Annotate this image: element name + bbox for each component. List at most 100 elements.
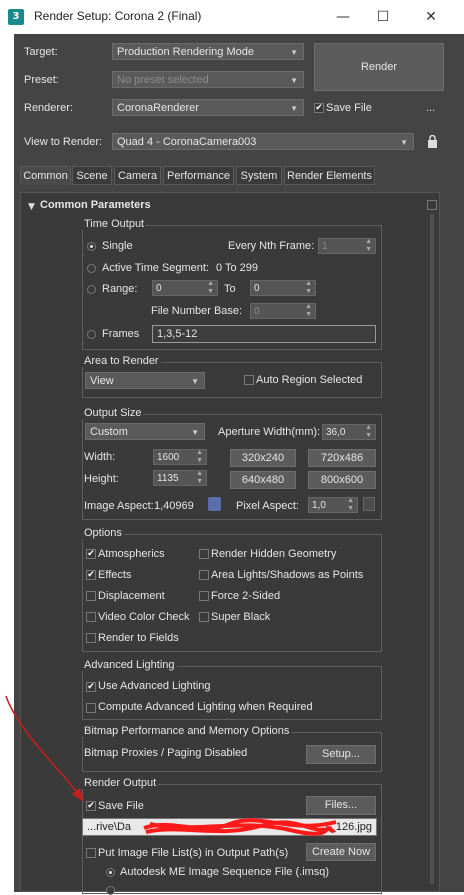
bitmap-performance-title: Bitmap Performance and Memory Options bbox=[82, 725, 292, 737]
rollout-title: Common Parameters bbox=[40, 199, 151, 211]
aperture-width-label: Aperture Width(mm): bbox=[218, 426, 321, 438]
render-to-fields-label: Render to Fields bbox=[98, 632, 179, 644]
active-segment-radio[interactable] bbox=[87, 264, 96, 273]
more-button[interactable]: ... bbox=[426, 102, 435, 114]
view-to-render-dropdown[interactable]: Quad 4 - CoronaCamera003 ▼ bbox=[112, 133, 414, 150]
chevron-down-icon: ▼ bbox=[290, 48, 298, 57]
window-title: Render Setup: Corona 2 (Final) bbox=[34, 9, 202, 23]
displacement-label: Displacement bbox=[98, 590, 165, 602]
range-to-spinner[interactable]: 0 ▲ ▼ bbox=[250, 280, 316, 296]
output-size-dropdown[interactable]: Custom ▼ bbox=[85, 423, 205, 440]
chevron-down-icon: ▼ bbox=[191, 377, 199, 386]
range-label: Range: bbox=[102, 283, 138, 295]
target-dropdown[interactable]: Production Rendering Mode ▼ bbox=[112, 43, 304, 60]
target-label: Target: bbox=[24, 46, 58, 58]
video-color-check-checkbox[interactable] bbox=[86, 612, 96, 622]
active-segment-value: 0 To 299 bbox=[216, 262, 259, 274]
scrollbar[interactable] bbox=[430, 214, 434, 884]
setup-button[interactable]: Setup... bbox=[306, 745, 376, 764]
files-button[interactable]: Files... bbox=[306, 796, 376, 815]
frames-radio[interactable] bbox=[87, 330, 96, 339]
tab-common[interactable]: Common bbox=[20, 166, 71, 185]
image-aspect-lock-icon[interactable] bbox=[208, 497, 221, 511]
save-file-checkbox[interactable]: ✔ bbox=[314, 103, 324, 113]
render-to-fields-checkbox[interactable] bbox=[86, 633, 96, 643]
output-size-title: Output Size bbox=[82, 407, 144, 419]
frames-input[interactable]: 1,3,5-12 bbox=[152, 325, 376, 343]
collapse-icon[interactable]: ▼ bbox=[28, 202, 35, 212]
renderer-dropdown[interactable]: CoronaRenderer ▼ bbox=[112, 99, 304, 116]
pixel-aspect-label: Pixel Aspect: bbox=[236, 500, 299, 512]
use-advanced-lighting-label: Use Advanced Lighting bbox=[98, 680, 211, 692]
tab-scene[interactable]: Scene bbox=[72, 166, 112, 185]
compute-advanced-lighting-label: Compute Advanced Lighting when Required bbox=[98, 701, 313, 713]
every-nth-spinner[interactable]: 1 ▲ ▼ bbox=[318, 238, 376, 254]
tab-camera[interactable]: Camera bbox=[114, 166, 161, 185]
preset-dropdown[interactable]: No preset selected ▼ bbox=[112, 71, 304, 88]
output-save-file-label: Save File bbox=[98, 800, 144, 812]
maximize-button[interactable]: ☐ bbox=[360, 4, 406, 30]
autodesk-imsq-label: Autodesk ME Image Sequence File (.imsq) bbox=[120, 866, 330, 878]
auto-region-checkbox[interactable] bbox=[244, 375, 254, 385]
every-nth-label: Every Nth Frame: bbox=[228, 240, 315, 252]
range-from-spinner[interactable]: 0 ▲ ▼ bbox=[152, 280, 218, 296]
width-label: Width: bbox=[84, 451, 116, 463]
image-aspect-label: Image Aspect: bbox=[84, 500, 154, 512]
tab-system[interactable]: System bbox=[236, 166, 282, 185]
preset-320x240-button[interactable]: 320x240 bbox=[230, 449, 296, 467]
auto-region-label: Auto Region Selected bbox=[256, 374, 363, 386]
area-to-render-title: Area to Render bbox=[82, 355, 161, 367]
render-button[interactable]: Render bbox=[314, 43, 444, 91]
create-now-button[interactable]: Create Now bbox=[306, 843, 376, 861]
lock-icon[interactable] bbox=[427, 135, 438, 148]
super-black-checkbox[interactable] bbox=[199, 612, 209, 622]
put-image-list-label: Put Image File List(s) in Output Path(s) bbox=[98, 847, 289, 859]
options-title: Options bbox=[82, 527, 124, 539]
height-label: Height: bbox=[84, 473, 119, 485]
save-file-label: Save File bbox=[326, 102, 372, 114]
image-aspect-value: 1,40969 bbox=[154, 500, 194, 512]
single-label: Single bbox=[102, 240, 133, 252]
super-black-label: Super Black bbox=[211, 611, 271, 623]
put-image-list-checkbox[interactable] bbox=[86, 848, 96, 858]
legacy-list-radio[interactable] bbox=[106, 886, 115, 895]
atmospherics-checkbox[interactable]: ✔ bbox=[86, 549, 96, 559]
range-to-label: To bbox=[224, 283, 236, 295]
width-spinner[interactable]: 1600 ▲ ▼ bbox=[153, 449, 207, 465]
rollout-pin-icon[interactable] bbox=[427, 200, 437, 210]
preset-720x486-button[interactable]: 720x486 bbox=[308, 449, 376, 467]
aperture-width-spinner[interactable]: 36,0 ▲ ▼ bbox=[322, 424, 376, 440]
pixel-aspect-lock-icon[interactable] bbox=[363, 497, 375, 511]
area-dropdown[interactable]: View ▼ bbox=[85, 372, 205, 389]
displacement-checkbox[interactable] bbox=[86, 591, 96, 601]
file-number-base-label: File Number Base: bbox=[151, 305, 243, 317]
range-radio[interactable] bbox=[87, 285, 96, 294]
close-button[interactable]: ✕ bbox=[408, 4, 454, 30]
render-hidden-geometry-checkbox[interactable] bbox=[199, 549, 209, 559]
autodesk-imsq-radio[interactable] bbox=[106, 868, 115, 877]
file-number-base-spinner[interactable]: 0 ▲ ▼ bbox=[250, 303, 316, 319]
preset-640x480-button[interactable]: 640x480 bbox=[230, 471, 296, 489]
bitmap-status: Bitmap Proxies / Paging Disabled bbox=[84, 747, 248, 759]
force-2-sided-checkbox[interactable] bbox=[199, 591, 209, 601]
pixel-aspect-spinner[interactable]: 1,0 ▲ ▼ bbox=[308, 497, 358, 513]
area-lights-checkbox[interactable] bbox=[199, 570, 209, 580]
renderer-label: Renderer: bbox=[24, 102, 73, 114]
height-spinner[interactable]: 1135 ▲ ▼ bbox=[153, 470, 207, 486]
view-to-render-label: View to Render: bbox=[24, 136, 103, 148]
single-radio[interactable] bbox=[87, 242, 96, 251]
effects-checkbox[interactable]: ✔ bbox=[86, 570, 96, 580]
effects-label: Effects bbox=[98, 569, 132, 581]
tab-render-elements[interactable]: Render Elements bbox=[284, 166, 375, 185]
atmospherics-label: Atmospherics bbox=[98, 548, 165, 560]
advanced-lighting-title: Advanced Lighting bbox=[82, 659, 177, 671]
chevron-down-icon: ▼ bbox=[400, 138, 408, 147]
title-bar: 3 Render Setup: Corona 2 (Final) — ☐ ✕ bbox=[0, 0, 464, 34]
redaction-scribble bbox=[143, 818, 337, 836]
preset-800x600-button[interactable]: 800x600 bbox=[308, 471, 376, 489]
frames-label: Frames bbox=[102, 328, 140, 340]
video-color-check-label: Video Color Check bbox=[98, 611, 190, 623]
tab-performance[interactable]: Performance bbox=[163, 166, 234, 185]
area-lights-label: Area Lights/Shadows as Points bbox=[211, 569, 364, 581]
chevron-down-icon: ▼ bbox=[290, 76, 298, 85]
